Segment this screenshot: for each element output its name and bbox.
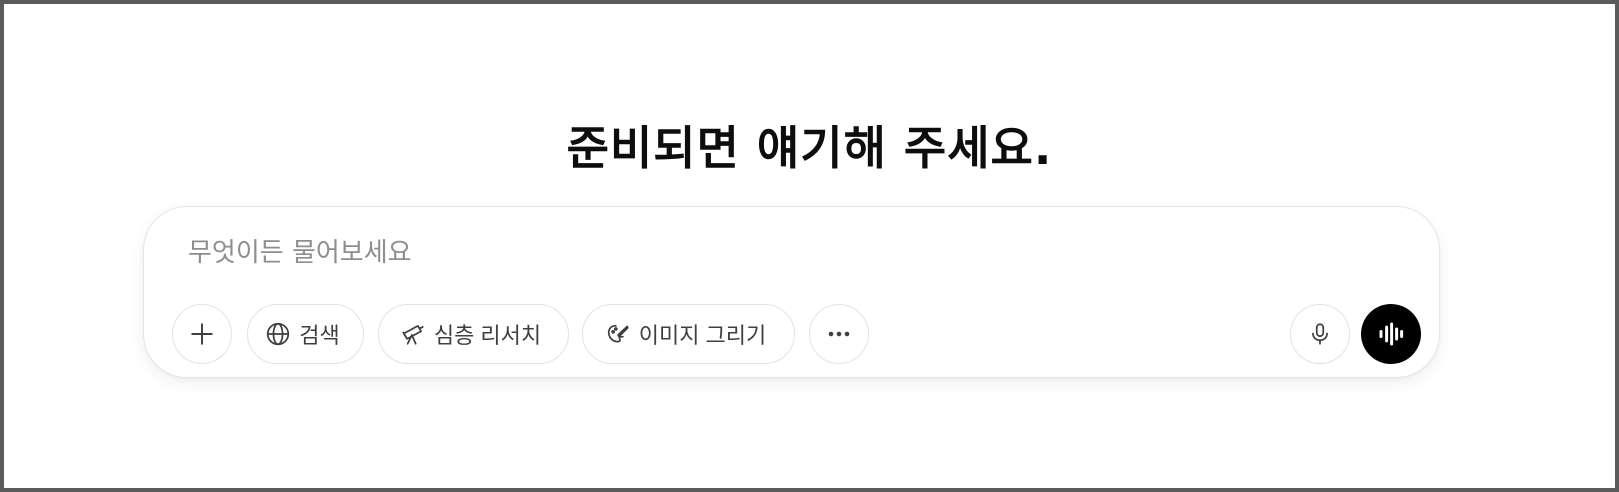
more-tools-button[interactable] <box>809 304 869 364</box>
plus-icon <box>191 323 213 345</box>
deep-research-button-label: 심층 리서치 <box>433 323 542 348</box>
app-window: 준비되면 얘기해 주세요. 검색 심 <box>0 0 1619 492</box>
add-attachment-button[interactable] <box>172 304 232 364</box>
draw-image-button-label: 이미지 그리기 <box>638 323 767 348</box>
prompt-composer: 검색 심층 리서치 이미지 그리기 <box>143 206 1440 378</box>
voice-wave-icon <box>1379 322 1404 346</box>
telescope-icon <box>402 325 424 345</box>
voice-mode-button[interactable] <box>1361 304 1421 364</box>
microphone-icon <box>1312 323 1328 345</box>
page-title: 준비되면 얘기해 주세요. <box>566 121 1053 175</box>
dictate-button[interactable] <box>1290 304 1350 364</box>
paintbrush-icon <box>607 325 629 343</box>
deep-research-button[interactable]: 심층 리서치 <box>378 304 569 364</box>
draw-image-button[interactable]: 이미지 그리기 <box>582 304 795 364</box>
globe-icon <box>267 322 290 346</box>
search-button[interactable]: 검색 <box>247 304 364 364</box>
more-horizontal-icon <box>828 331 850 337</box>
prompt-input[interactable] <box>188 233 1288 273</box>
search-button-label: 검색 <box>299 323 340 348</box>
